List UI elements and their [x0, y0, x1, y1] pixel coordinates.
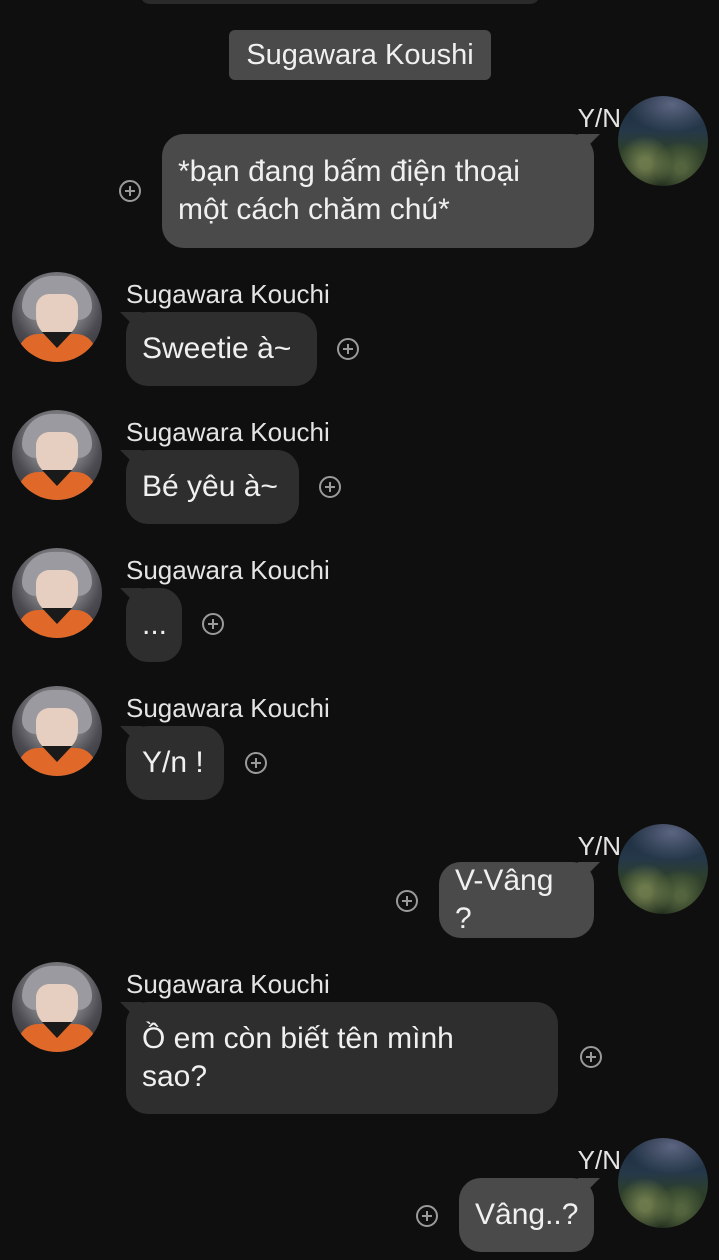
sender-name: Y/N — [577, 1145, 621, 1175]
message-bubble[interactable]: *bạn đang bấm điện thoại một cách chăm c… — [162, 134, 594, 248]
user-avatar[interactable] — [618, 824, 708, 914]
message-bubble[interactable]: Vâng..? — [459, 1178, 594, 1252]
user-avatar[interactable] — [618, 1138, 708, 1228]
sender-name: Sugawara Kouchi — [126, 417, 330, 447]
chat-title-label: Sugawara Koushi — [246, 38, 474, 71]
sender-name: Sugawara Kouchi — [126, 693, 330, 723]
plus-circle-icon[interactable] — [245, 752, 267, 774]
plus-circle-icon[interactable] — [119, 180, 141, 202]
plus-circle-icon[interactable] — [396, 890, 418, 912]
contact-avatar[interactable] — [12, 272, 102, 362]
message-text: Ồ em còn biết tên mình sao? — [142, 1022, 454, 1093]
chat-title: Sugawara Koushi — [229, 30, 491, 80]
message-bubble[interactable]: Ồ em còn biết tên mình sao? — [126, 1002, 558, 1114]
user-avatar[interactable] — [618, 96, 708, 186]
message-bubble[interactable]: ... — [126, 588, 182, 662]
plus-circle-icon[interactable] — [319, 476, 341, 498]
sender-name: Y/N — [577, 831, 621, 861]
sender-name: Y/N — [577, 103, 621, 133]
message-text: ... — [142, 608, 168, 641]
message-bubble[interactable]: V-Vâng ? — [439, 862, 594, 938]
message-bubble[interactable]: Bé yêu à~ — [126, 450, 299, 524]
message-text: V-Vâng ? — [455, 864, 554, 935]
plus-circle-icon[interactable] — [580, 1046, 602, 1068]
contact-avatar[interactable] — [12, 548, 102, 638]
message-bubble[interactable]: Y/n ! — [126, 726, 224, 800]
message-text: Bé yêu à~ — [142, 470, 278, 503]
message-bubble[interactable]: Sweetie à~ — [126, 312, 317, 386]
previous-message-edge — [140, 0, 540, 4]
contact-avatar[interactable] — [12, 410, 102, 500]
sender-name: Sugawara Kouchi — [126, 969, 330, 999]
plus-circle-icon[interactable] — [202, 613, 224, 635]
sender-name: Sugawara Kouchi — [126, 555, 330, 585]
contact-avatar[interactable] — [12, 962, 102, 1052]
message-text: Y/n ! — [142, 746, 204, 779]
plus-circle-icon[interactable] — [337, 338, 359, 360]
message-text: *bạn đang bấm điện thoại một cách chăm c… — [178, 155, 520, 226]
message-text: Sweetie à~ — [142, 332, 292, 365]
contact-avatar[interactable] — [12, 686, 102, 776]
plus-circle-icon[interactable] — [416, 1205, 438, 1227]
message-text: Vâng..? — [475, 1198, 579, 1231]
sender-name: Sugawara Kouchi — [126, 279, 330, 309]
